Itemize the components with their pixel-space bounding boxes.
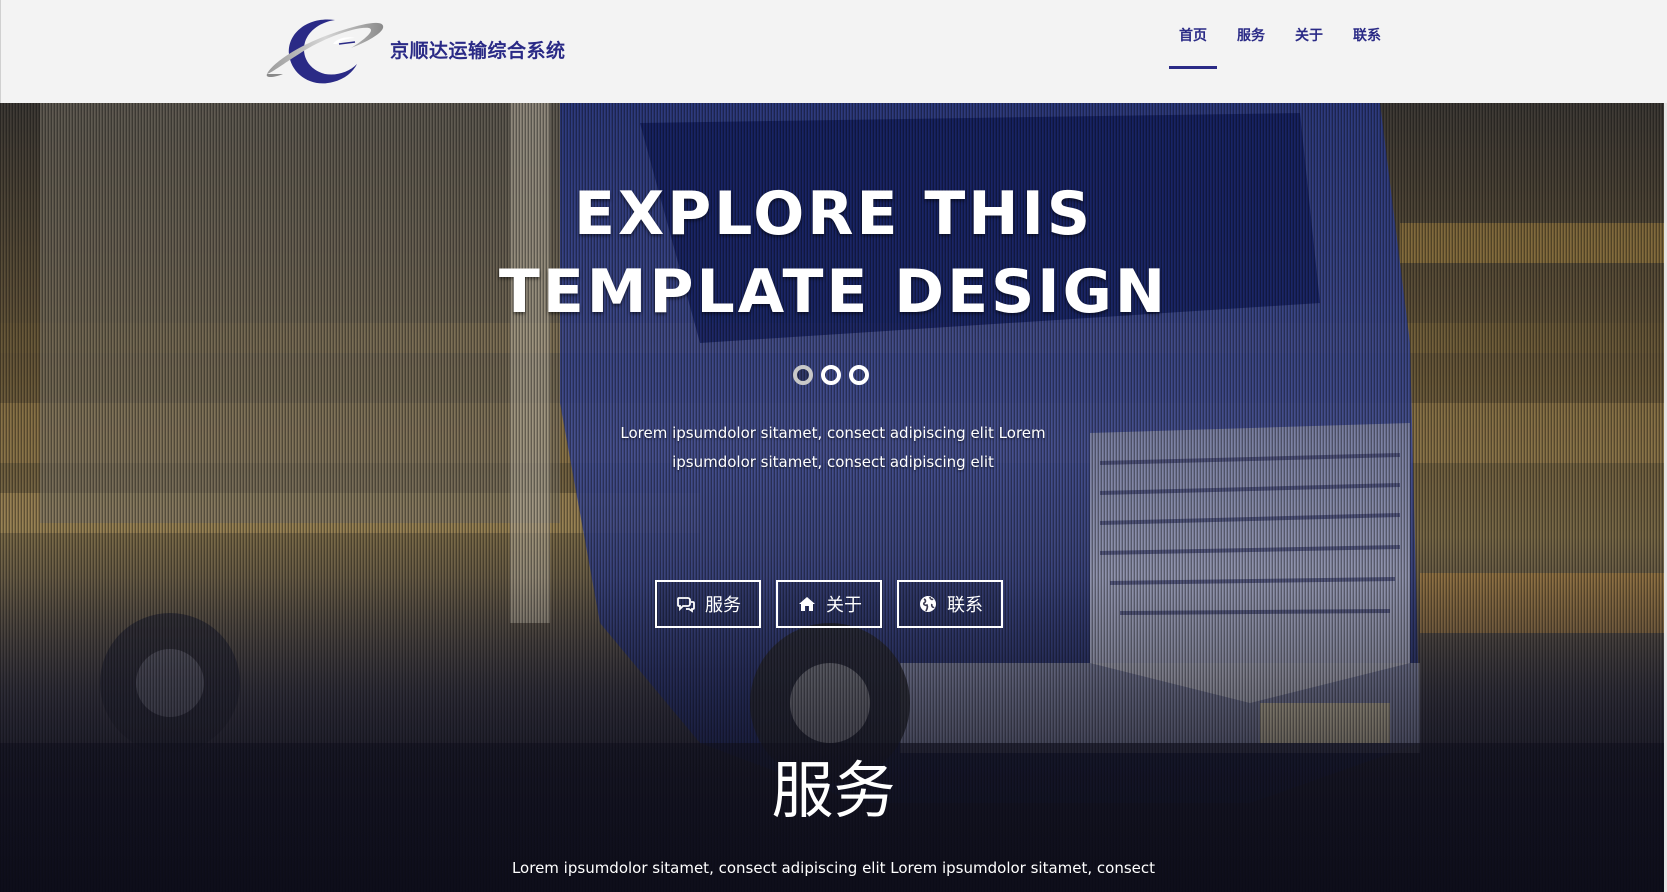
nav-item-about[interactable]: 关于 — [1285, 0, 1333, 70]
services-section-title: 服务 — [771, 754, 896, 827]
slider-dot-2[interactable] — [821, 365, 841, 385]
home-icon — [799, 597, 815, 611]
hero-title-line2: TEMPLATE DESIGN — [498, 257, 1169, 327]
services-section-text: Lorem ipsumdolor sitamet, consect adipis… — [511, 859, 1156, 877]
globe-icon — [920, 596, 936, 612]
hero-title-line1: EXPLORE THIS — [573, 179, 1094, 249]
site-header: 京顺达运输综合系统 首页 服务 关于 联系 — [0, 0, 1667, 103]
hero-button-row: 服务 关于 联系 — [655, 580, 1003, 628]
main-nav: 首页 服务 关于 联系 — [1169, 0, 1401, 70]
hero-description-line1: Lorem ipsumdolor sitamet, consect adipis… — [620, 424, 1046, 442]
contact-button[interactable]: 联系 — [897, 580, 1003, 628]
brand-name[interactable]: 京顺达运输综合系统 — [390, 36, 566, 63]
slider-dot-3[interactable] — [849, 365, 869, 385]
hero-banner: EXPLORE THIS TEMPLATE DESIGN Lorem ipsum… — [0, 103, 1667, 892]
services-button-label: 服务 — [705, 595, 741, 616]
contact-button-label: 联系 — [947, 595, 983, 616]
nav-item-services[interactable]: 服务 — [1227, 0, 1275, 70]
page: 京顺达运输综合系统 首页 服务 关于 联系 EXPLORE THIS TEMPL… — [0, 0, 1667, 892]
slider-pagination — [793, 365, 869, 385]
services-button[interactable]: 服务 — [655, 580, 761, 628]
nav-item-home[interactable]: 首页 — [1169, 0, 1217, 70]
company-logo[interactable] — [263, 12, 387, 90]
hero-description: Lorem ipsumdolor sitamet, consect adipis… — [583, 419, 1083, 477]
hero-title: EXPLORE THIS TEMPLATE DESIGN — [0, 175, 1667, 331]
slider-dot-1[interactable] — [793, 365, 813, 385]
hero-description-line2: ipsumdolor sitamet, consect adipiscing e… — [672, 453, 994, 471]
about-button[interactable]: 关于 — [776, 580, 882, 628]
nav-item-contact[interactable]: 联系 — [1343, 0, 1391, 70]
comments-icon — [677, 597, 695, 613]
about-button-label: 关于 — [826, 595, 862, 616]
